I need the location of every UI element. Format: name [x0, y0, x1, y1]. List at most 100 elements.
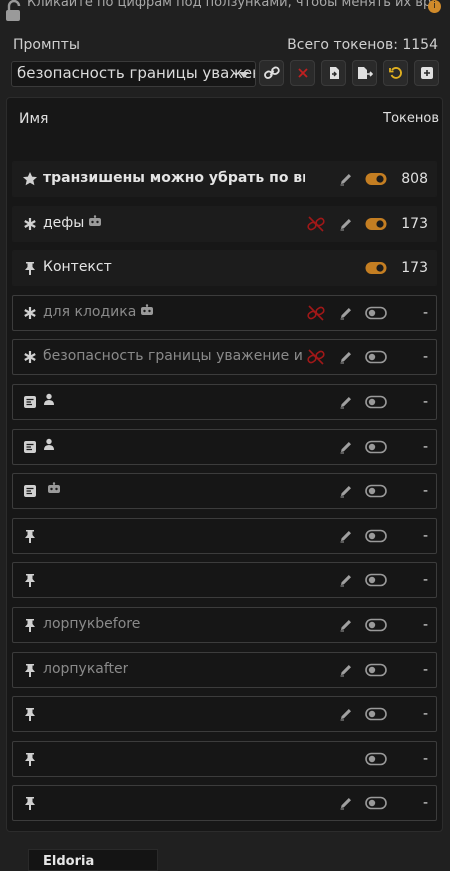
export-button[interactable]	[352, 60, 377, 86]
toggle-off-icon[interactable]	[365, 305, 387, 321]
prompt-row[interactable]: безопасность границы уважение и -	[12, 339, 437, 375]
token-count: -	[422, 528, 428, 544]
pencil-icon[interactable]	[338, 662, 354, 678]
prompt-row[interactable]: -	[12, 562, 437, 598]
unlink-icon[interactable]	[307, 349, 325, 365]
pencil-icon[interactable]	[338, 483, 354, 499]
prompt-name-text: транзишены можно убрать по вку	[43, 170, 305, 186]
toggle-off-icon[interactable]	[365, 528, 387, 544]
pencil-icon[interactable]	[338, 795, 354, 811]
delete-button[interactable]	[290, 60, 315, 86]
add-prompt-button[interactable]	[414, 60, 439, 86]
toggle-off-icon[interactable]	[365, 439, 387, 455]
column-tokens-header: Токенов	[383, 111, 439, 126]
hint-text: Кликайте по цифрам под ползунками, чтобы…	[27, 0, 432, 10]
prompt-name[interactable]: для клодика	[43, 304, 154, 320]
pin-icon	[22, 260, 38, 276]
toggle-on-icon[interactable]	[365, 171, 387, 187]
prompt-name[interactable]: безопасность границы уважение и	[43, 348, 303, 364]
prompt-row[interactable]: для клодика -	[12, 295, 437, 331]
file-export-icon	[357, 67, 373, 79]
pencil-icon[interactable]	[338, 394, 354, 410]
toggle-off-icon[interactable]	[365, 483, 387, 499]
token-count: -	[422, 706, 428, 722]
user-icon	[43, 438, 55, 454]
robot-icon	[88, 215, 102, 231]
token-count: -	[422, 394, 428, 410]
column-name-header: Имя	[19, 111, 49, 127]
robot-icon	[140, 304, 154, 320]
toggle-off-icon[interactable]	[365, 795, 387, 811]
lock-open-icon[interactable]	[4, 0, 24, 22]
pencil-icon[interactable]	[338, 572, 354, 588]
pencil-icon[interactable]	[338, 617, 354, 633]
prompt-row[interactable]: лорпукafter -	[12, 652, 437, 688]
character-tab[interactable]: Eldoria	[28, 849, 158, 871]
link-button[interactable]	[259, 60, 284, 86]
pin-icon	[22, 528, 38, 544]
prompt-row[interactable]: -	[12, 785, 437, 821]
toggle-off-icon[interactable]	[365, 394, 387, 410]
pencil-icon[interactable]	[338, 171, 354, 187]
prompt-row[interactable]: дефы 173	[12, 206, 437, 242]
pencil-icon[interactable]	[338, 528, 354, 544]
pencil-icon[interactable]	[338, 349, 354, 365]
prompt-name-text: лорпукafter	[43, 661, 129, 677]
toggle-off-icon[interactable]	[365, 706, 387, 722]
pencil-icon[interactable]	[338, 305, 354, 321]
prompt-name[interactable]	[43, 393, 55, 409]
prompt-row[interactable]: Контекст 173	[12, 250, 437, 286]
preset-select[interactable]: безопасность границы уважение и	[11, 61, 256, 87]
prompt-name[interactable]	[43, 438, 55, 454]
asterisk-icon	[22, 305, 38, 321]
token-count: -	[422, 572, 428, 588]
robot-icon	[47, 482, 61, 498]
pin-icon	[22, 706, 38, 722]
pencil-icon[interactable]	[338, 706, 354, 722]
unlink-icon[interactable]	[307, 216, 325, 232]
reset-button[interactable]	[383, 60, 408, 86]
token-count: -	[422, 483, 428, 499]
prompt-name-text: Контекст	[43, 259, 112, 275]
pencil-icon[interactable]	[338, 439, 354, 455]
prompt-row[interactable]: -	[12, 518, 437, 554]
prompt-row[interactable]: -	[12, 384, 437, 420]
import-button[interactable]	[321, 60, 346, 86]
prompt-name[interactable]	[43, 482, 61, 498]
prompt-row[interactable]: -	[12, 429, 437, 465]
unlink-icon[interactable]	[307, 305, 325, 321]
prompt-row[interactable]: -	[12, 741, 437, 777]
prompt-name[interactable]: Контекст	[43, 259, 112, 275]
toggle-off-icon[interactable]	[365, 751, 387, 767]
prompt-row[interactable]: -	[12, 473, 437, 509]
pin-icon	[22, 617, 38, 633]
prompt-name[interactable]: лорпукafter	[43, 661, 128, 677]
toggle-off-icon[interactable]	[365, 572, 387, 588]
prompt-name[interactable]: транзишены можно убрать по вку	[43, 170, 305, 186]
toggle-off-icon[interactable]	[365, 617, 387, 633]
prompt-name[interactable]: лорпукbefore	[43, 616, 140, 632]
token-count: 173	[401, 216, 428, 232]
pencil-icon[interactable]	[338, 216, 354, 232]
prompt-name-text: дефы	[43, 215, 85, 231]
token-count: 808	[401, 171, 428, 187]
toggle-off-icon[interactable]	[365, 662, 387, 678]
token-count: -	[422, 662, 428, 678]
close-icon	[297, 68, 308, 78]
pin-icon	[22, 572, 38, 588]
preset-selected-value: безопасность границы уважение и	[17, 64, 255, 82]
asterisk-icon	[22, 216, 38, 232]
prompt-name-text: для клодика	[43, 304, 137, 320]
toggle-on-icon[interactable]	[365, 260, 387, 276]
prompt-row[interactable]: транзишены можно убрать по вку 808	[12, 161, 437, 197]
prompts-title: Промпты	[13, 37, 80, 53]
token-count: 173	[401, 260, 428, 276]
prompt-row[interactable]: лорпукbefore -	[12, 607, 437, 643]
token-count: -	[422, 439, 428, 455]
prompt-name-text: безопасность границы уважение и	[43, 348, 303, 364]
toggle-off-icon[interactable]	[365, 349, 387, 365]
toggle-on-icon[interactable]	[365, 216, 387, 232]
prompt-row[interactable]: -	[12, 696, 437, 732]
prompt-name[interactable]: дефы	[43, 215, 102, 231]
info-badge-icon[interactable]: i	[428, 0, 441, 13]
